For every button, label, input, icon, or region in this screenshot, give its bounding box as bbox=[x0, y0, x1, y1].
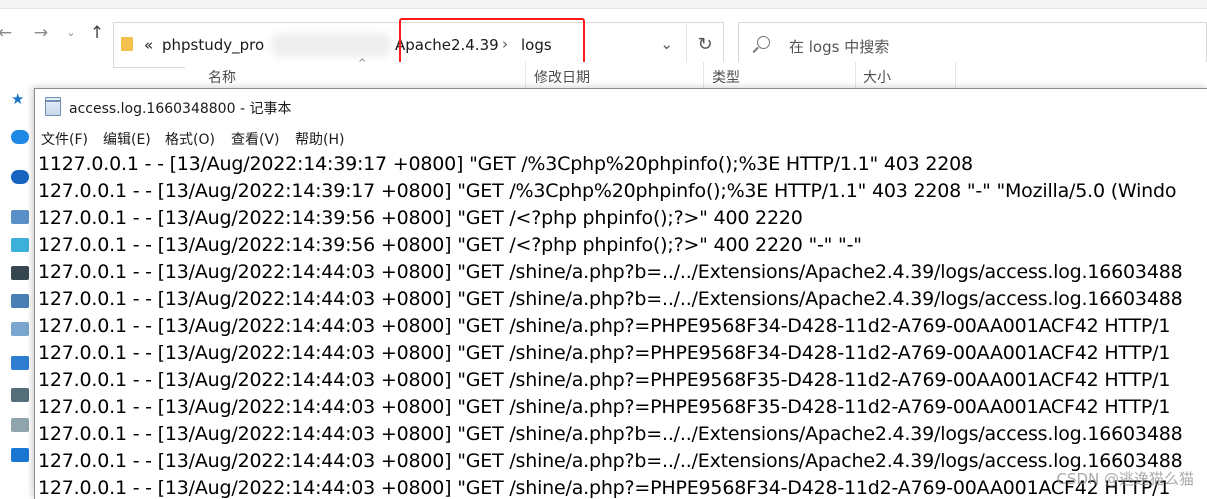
log-line: 127.0.0.1 - - [13/Aug/2022:14:44:03 +080… bbox=[38, 450, 1183, 472]
up-arrow-icon[interactable]: ↑ bbox=[86, 22, 108, 44]
column-modified-date[interactable]: 修改日期 bbox=[534, 67, 590, 87]
csdn-watermark: CSDN @逃逸猫么猫 bbox=[1056, 470, 1194, 488]
column-headers: ^ 名称 修改日期 类型 大小 bbox=[185, 58, 1207, 90]
music-icon[interactable] bbox=[11, 388, 29, 402]
log-line: 127.0.0.1 - - [13/Aug/2022:14:44:03 +080… bbox=[38, 369, 1171, 391]
log-line: 127.0.0.1 - - [13/Aug/2022:14:44:03 +080… bbox=[38, 396, 1171, 418]
refresh-icon[interactable]: ↻ bbox=[686, 23, 723, 67]
window-title: access.log.1660348800 - 记事本 bbox=[69, 101, 292, 117]
column-divider[interactable] bbox=[855, 62, 856, 90]
navigation-bar: ← → ⌄ ↑ « phpstudy_pro Apache2.4.39 › lo… bbox=[0, 12, 1207, 68]
log-line: 127.0.0.1 - - [13/Aug/2022:14:39:17 +080… bbox=[38, 180, 1177, 202]
documents-icon[interactable] bbox=[11, 322, 29, 336]
search-icon bbox=[757, 36, 770, 49]
this-pc-icon[interactable] bbox=[11, 210, 29, 224]
folder-icon bbox=[121, 37, 133, 51]
forward-icon[interactable]: → bbox=[30, 22, 52, 44]
menu-bar: 文件(F) 编辑(E) 格式(O) 查看(V) 帮助(H) bbox=[35, 127, 1207, 151]
column-type[interactable]: 类型 bbox=[712, 67, 740, 87]
address-overflow-icon[interactable]: « bbox=[144, 36, 153, 54]
recent-locations-chevron-icon[interactable]: ⌄ bbox=[60, 22, 82, 44]
ribbon-strip bbox=[0, 0, 1207, 9]
downloads-icon[interactable] bbox=[11, 356, 29, 370]
log-line: 127.0.0.1 - - [13/Aug/2022:14:44:03 +080… bbox=[38, 477, 1171, 499]
navigation-pane: ★ bbox=[0, 88, 36, 498]
log-line: 127.0.0.1 - - [13/Aug/2022:14:44:03 +080… bbox=[38, 288, 1183, 310]
menu-help[interactable]: 帮助(H) bbox=[295, 129, 344, 149]
log-line: 127.0.0.1 - - [13/Aug/2022:14:44:03 +080… bbox=[38, 315, 1171, 337]
search-placeholder: 在 logs 中搜索 bbox=[789, 38, 890, 56]
log-line: 127.0.0.1 - - [13/Aug/2022:14:44:03 +080… bbox=[38, 261, 1183, 283]
menu-view[interactable]: 查看(V) bbox=[231, 129, 280, 149]
log-line: 127.0.0.1 - - [13/Aug/2022:14:39:56 +080… bbox=[38, 234, 862, 256]
blurred-breadcrumb bbox=[271, 33, 391, 57]
column-divider[interactable] bbox=[525, 62, 526, 90]
menu-edit[interactable]: 编辑(E) bbox=[103, 129, 151, 149]
videos-icon[interactable] bbox=[11, 266, 29, 280]
sort-ascending-icon: ^ bbox=[358, 58, 367, 69]
menu-format[interactable]: 格式(O) bbox=[165, 129, 215, 149]
address-dropdown-chevron-icon[interactable]: ⌄ bbox=[660, 35, 673, 53]
notepad-title-bar[interactable]: access.log.1660348800 - 记事本 bbox=[35, 89, 1207, 125]
local-disk-icon[interactable] bbox=[11, 448, 29, 462]
3d-objects-icon[interactable] bbox=[11, 238, 29, 252]
red-highlight-annotation bbox=[399, 18, 585, 68]
notepad-window: access.log.1660348800 - 记事本 文件(F) 编辑(E) … bbox=[34, 88, 1207, 499]
breadcrumb-phpstudy-pro[interactable]: phpstudy_pro bbox=[162, 36, 264, 54]
column-divider[interactable] bbox=[703, 62, 704, 90]
back-icon[interactable]: ← bbox=[0, 22, 16, 44]
log-line: 127.0.0.1 - - [13/Aug/2022:14:44:03 +080… bbox=[38, 423, 1183, 445]
column-divider[interactable] bbox=[955, 62, 956, 90]
notepad-icon bbox=[45, 97, 61, 116]
log-line: 1127.0.0.1 - - [13/Aug/2022:14:39:17 +08… bbox=[38, 153, 973, 175]
column-name[interactable]: 名称 bbox=[208, 67, 236, 87]
pictures-icon[interactable] bbox=[11, 294, 29, 308]
menu-file[interactable]: 文件(F) bbox=[41, 129, 88, 149]
text-editor-area[interactable]: 1127.0.0.1 - - [13/Aug/2022:14:39:17 +08… bbox=[35, 151, 1207, 499]
onedrive-business-icon[interactable] bbox=[11, 170, 29, 184]
desktop-icon[interactable] bbox=[11, 418, 29, 432]
onedrive-cloud-icon[interactable] bbox=[11, 130, 29, 144]
log-line: 127.0.0.1 - - [13/Aug/2022:14:44:03 +080… bbox=[38, 342, 1171, 364]
quick-access-star-icon[interactable]: ★ bbox=[11, 92, 29, 107]
column-size[interactable]: 大小 bbox=[863, 67, 891, 87]
log-line: 127.0.0.1 - - [13/Aug/2022:14:39:56 +080… bbox=[38, 207, 803, 229]
